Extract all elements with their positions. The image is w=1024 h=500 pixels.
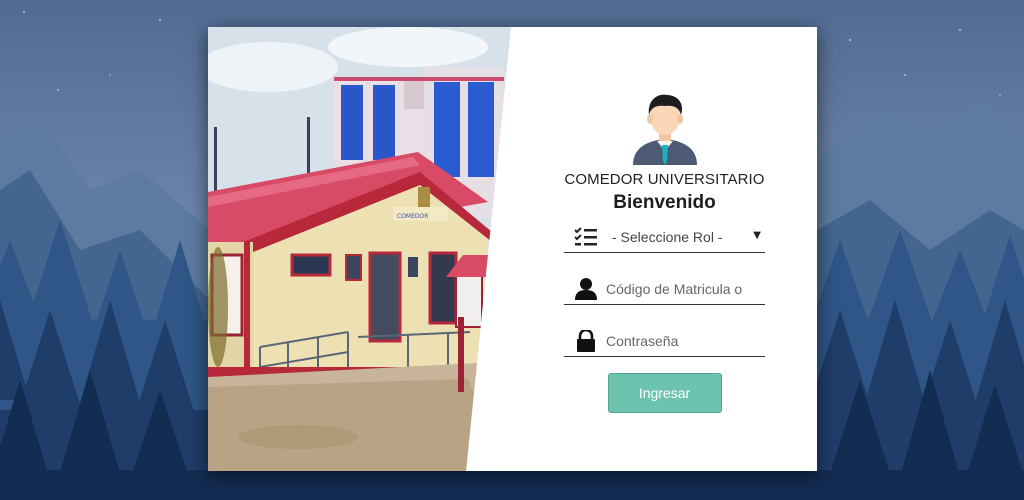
password-input[interactable] [606, 333, 761, 349]
lock-icon [577, 330, 595, 352]
role-select[interactable]: - Seleccione Rol - ▼ [564, 222, 765, 253]
app-title: COMEDOR UNIVERSITARIO [564, 171, 765, 188]
login-button[interactable]: Ingresar [607, 373, 722, 413]
checklist-icon [574, 227, 597, 246]
login-card: COMEDOR COMEDOR UNIVERSITARIO Bienvenido… [208, 27, 817, 471]
login-panel: COMEDOR UNIVERSITARIO Bienvenido - Selec… [564, 93, 765, 413]
avatar-icon [632, 94, 697, 165]
welcome-heading: Bienvenido [613, 192, 716, 213]
password-field [564, 326, 765, 357]
role-select-value: - Seleccione Rol - [612, 229, 723, 245]
user-icon [575, 278, 597, 300]
student-code-input[interactable] [606, 281, 761, 297]
chevron-down-icon: ▼ [753, 230, 761, 241]
svg-text:COMEDOR: COMEDOR [397, 213, 428, 220]
user-field [564, 274, 765, 305]
